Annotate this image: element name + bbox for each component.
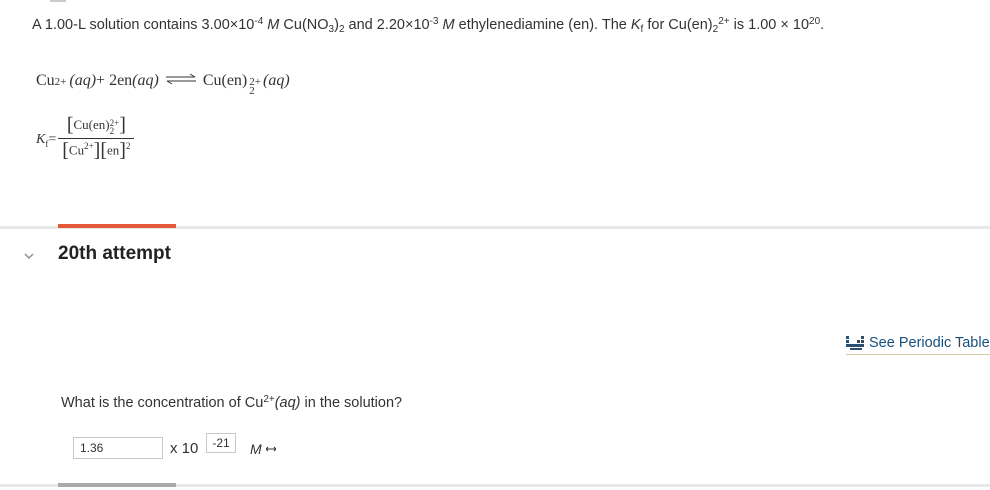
answer-exponent-input[interactable]: -21 — [206, 433, 236, 453]
problem-statement: A 1.00-L solution contains 3.00×10-4 M C… — [32, 16, 825, 35]
unit-label: M — [250, 441, 262, 457]
top-divider-mark — [50, 0, 66, 2]
double-arrow-icon[interactable] — [266, 446, 276, 452]
periodic-table-label: See Periodic Table — [869, 335, 990, 351]
kf-expression: Kf= [Cu(en) 2+ 2] [Cu2+][en]2 — [36, 114, 135, 162]
kf-label: Kf= — [36, 132, 57, 150]
chemical-equation: Cu 2+ (aq) + 2en (aq) Cu(en) 2+ 2 (aq) — [36, 72, 290, 97]
periodic-table-icon — [846, 336, 864, 350]
question-text: What is the concentration of Cu2+(aq) in… — [61, 394, 403, 411]
attempt-heading: 20th attempt — [58, 243, 171, 264]
kf-numerator: [Cu(en) 2+ 2] — [66, 114, 126, 136]
kf-fraction: [Cu(en) 2+ 2] [Cu2+][en]2 — [58, 114, 135, 162]
see-periodic-table-link[interactable]: See Periodic Table — [846, 335, 990, 355]
attempt-tab-indicator — [58, 224, 176, 228]
chevron-down-icon[interactable] — [23, 250, 35, 262]
answer-mantissa-input[interactable] — [73, 437, 163, 459]
kf-denominator: [Cu2+][en]2 — [62, 139, 131, 162]
equilibrium-arrow-icon — [165, 73, 196, 85]
bottom-tab-indicator — [58, 483, 176, 487]
times-ten-label: x 10 — [170, 440, 199, 457]
